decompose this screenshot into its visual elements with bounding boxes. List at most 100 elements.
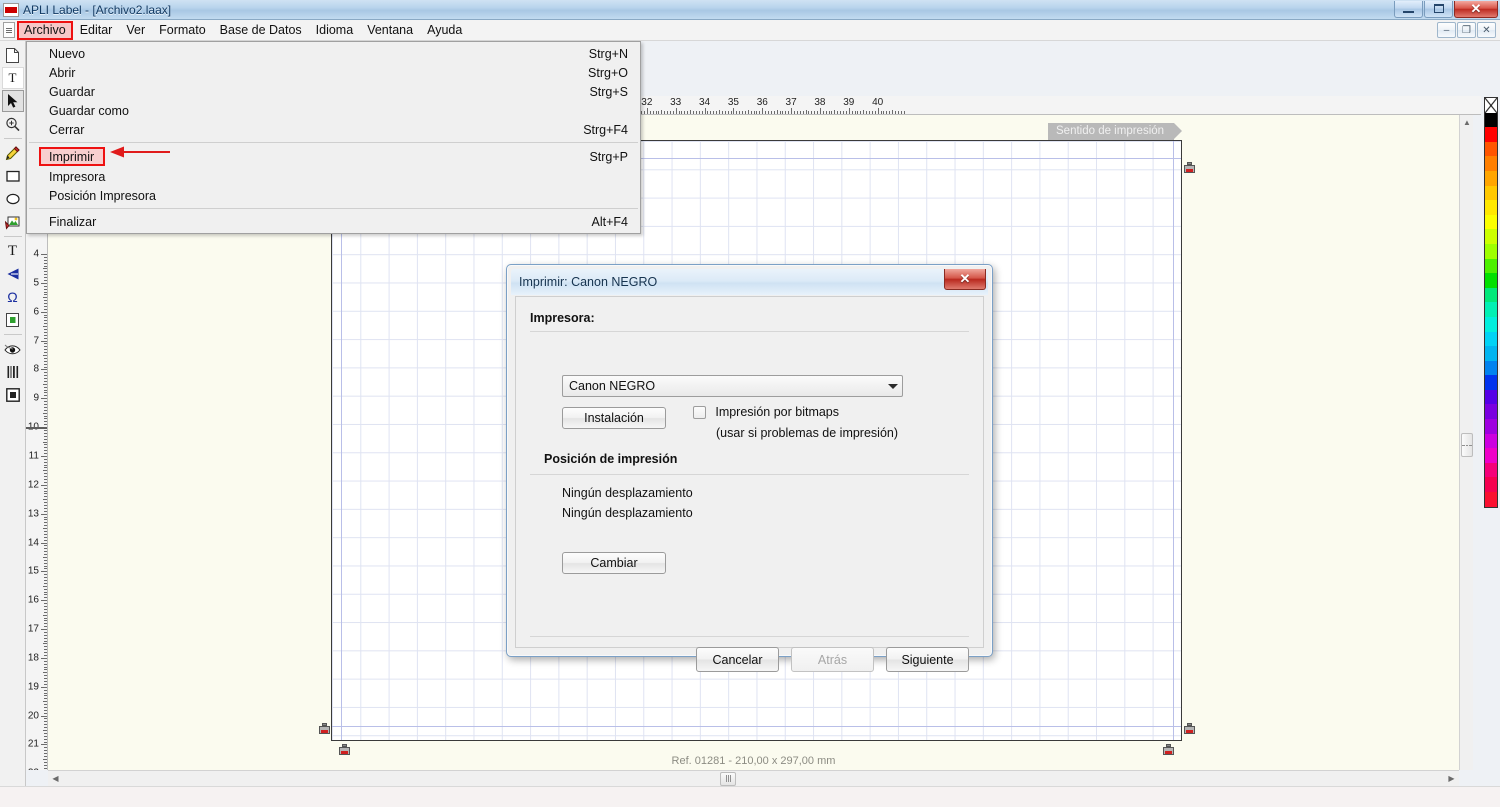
color-swatch[interactable]: [1485, 273, 1497, 288]
new-document-tool[interactable]: [2, 44, 24, 66]
zoom-tool[interactable]: [2, 113, 24, 135]
color-swatch[interactable]: [1485, 389, 1497, 405]
color-swatch[interactable]: [1485, 492, 1497, 507]
instalacion-button[interactable]: Instalación: [562, 407, 666, 429]
menu-base-de-datos[interactable]: Base de Datos: [213, 21, 309, 40]
canvas-horizontal-scrollbar[interactable]: ◀ ▶: [48, 770, 1459, 786]
color-swatch[interactable]: [1485, 448, 1497, 463]
preview-eye-tool[interactable]: [2, 338, 24, 360]
color-swatch-none[interactable]: [1485, 98, 1497, 113]
ruler-tick-v: [44, 608, 47, 610]
rotate-text-tool[interactable]: [2, 263, 24, 285]
menu-ver[interactable]: Ver: [119, 21, 152, 40]
maximize-button[interactable]: [1424, 0, 1453, 18]
barcode-tool[interactable]: [2, 361, 24, 383]
color-swatch[interactable]: [1485, 346, 1497, 361]
ruler-tick-v: [44, 409, 47, 411]
menu-ayuda[interactable]: Ayuda: [420, 21, 469, 40]
color-swatch[interactable]: [1485, 360, 1497, 376]
horizontal-scroll-track[interactable]: [63, 771, 1444, 786]
color-swatch[interactable]: [1485, 375, 1497, 390]
color-swatch[interactable]: [1485, 214, 1497, 230]
ruler-tick-v: [44, 372, 47, 374]
menu-idioma[interactable]: Idioma: [309, 21, 361, 40]
menu-formato[interactable]: Formato: [152, 21, 213, 40]
menu-item-nuevo[interactable]: Nuevo Strg+N: [27, 44, 640, 63]
color-swatch[interactable]: [1485, 170, 1497, 186]
color-palette[interactable]: [1484, 97, 1498, 508]
ruler-tick-v: [44, 646, 47, 648]
scroll-up-arrow[interactable]: ▲: [1460, 115, 1474, 129]
color-swatch[interactable]: [1485, 200, 1497, 215]
scroll-right-arrow[interactable]: ▶: [1444, 772, 1459, 786]
menu-item-guardar[interactable]: Guardar Strg+S: [27, 82, 640, 101]
color-swatch[interactable]: [1485, 112, 1497, 128]
pencil-tool[interactable]: [2, 142, 24, 164]
minimize-button[interactable]: [1394, 0, 1423, 18]
color-swatch[interactable]: [1485, 331, 1497, 347]
menu-item-guardar-como[interactable]: Guardar como: [27, 101, 640, 120]
menu-ventana[interactable]: Ventana: [360, 21, 420, 40]
application-window: APLI Label - [Archivo2.laax] ✕ Archivo E…: [0, 0, 1500, 807]
ruler-tick-v: [44, 519, 47, 521]
rectangle-tool[interactable]: [2, 165, 24, 187]
color-swatch[interactable]: [1485, 243, 1497, 259]
scroll-left-arrow[interactable]: ◀: [48, 772, 63, 786]
color-swatch[interactable]: [1485, 141, 1497, 157]
dialog-title-bar: Imprimir: Canon NEGRO ✕: [511, 269, 988, 295]
ruler-tick-h: [684, 111, 686, 114]
color-swatch[interactable]: [1485, 462, 1497, 478]
color-swatch[interactable]: [1485, 477, 1497, 493]
canvas-vertical-scrollbar[interactable]: ▲: [1459, 115, 1473, 770]
color-swatch[interactable]: [1485, 316, 1497, 332]
select-arrow-tool[interactable]: [1, 90, 24, 112]
horizontal-scroll-thumb[interactable]: [720, 771, 736, 786]
text-frame-tool[interactable]: T: [2, 240, 24, 262]
text-tool[interactable]: T: [1, 67, 24, 89]
siguiente-button[interactable]: Siguiente: [886, 647, 969, 672]
ruler-tick-v: [44, 504, 47, 506]
bitmap-checkbox[interactable]: [693, 406, 706, 420]
color-swatch[interactable]: [1485, 258, 1497, 274]
color-swatch[interactable]: [1485, 156, 1497, 171]
image-tool[interactable]: [2, 211, 24, 233]
menu-item-cerrar[interactable]: Cerrar Strg+F4: [27, 120, 640, 139]
menu-archivo[interactable]: Archivo: [17, 20, 73, 40]
color-swatch[interactable]: [1485, 127, 1497, 142]
vertical-scroll-thumb[interactable]: [1461, 433, 1473, 457]
menu-item-finalizar[interactable]: Finalizar Alt+F4: [27, 212, 640, 231]
ellipse-tool[interactable]: [2, 188, 24, 210]
color-swatch[interactable]: [1485, 302, 1497, 317]
ruler-tick-h: [860, 111, 862, 114]
symbol-omega-tool[interactable]: Ω: [2, 286, 24, 308]
color-swatch[interactable]: [1485, 229, 1497, 244]
ruler-tick-v: [41, 629, 47, 631]
printer-select[interactable]: Canon NEGRO: [562, 375, 903, 397]
menu-item-impresora[interactable]: Impresora: [27, 167, 640, 186]
color-swatch[interactable]: [1485, 185, 1497, 201]
counter-field-tool[interactable]: [2, 309, 24, 331]
archivo-dropdown-menu[interactable]: Nuevo Strg+N Abrir Strg+O Guardar Strg+S…: [26, 41, 641, 234]
print-dialog[interactable]: Imprimir: Canon NEGRO ✕ Impresora: Canon…: [506, 264, 993, 672]
menu-item-posicion-impresora[interactable]: Posición Impresora: [27, 186, 640, 205]
mdi-minimize-button[interactable]: –: [1437, 22, 1456, 38]
color-swatch[interactable]: [1485, 287, 1497, 303]
ruler-tick-v: [41, 340, 47, 342]
close-button[interactable]: ✕: [1454, 0, 1498, 18]
menu-item-abrir[interactable]: Abrir Strg+O: [27, 63, 640, 82]
ruler-tick-v: [44, 678, 47, 680]
color-swatch[interactable]: [1485, 433, 1497, 449]
ruler-tick-v: [44, 525, 47, 527]
frame-tool[interactable]: [2, 384, 24, 406]
cambiar-button[interactable]: Cambiar: [562, 552, 666, 574]
mdi-close-button[interactable]: ✕: [1477, 22, 1496, 38]
menu-item-imprimir-highlight[interactable]: Imprimir: [39, 147, 105, 166]
bitmap-checkbox-row[interactable]: Impresión por bitmaps: [693, 405, 839, 420]
menu-editar[interactable]: Editar: [73, 21, 120, 40]
mdi-restore-button[interactable]: ❐: [1457, 22, 1476, 38]
color-swatch[interactable]: [1485, 404, 1497, 420]
dialog-close-button[interactable]: ✕: [944, 269, 986, 290]
color-swatch[interactable]: [1485, 419, 1497, 434]
cancelar-button[interactable]: Cancelar: [696, 647, 779, 672]
ruler-tick-h: [733, 108, 735, 114]
